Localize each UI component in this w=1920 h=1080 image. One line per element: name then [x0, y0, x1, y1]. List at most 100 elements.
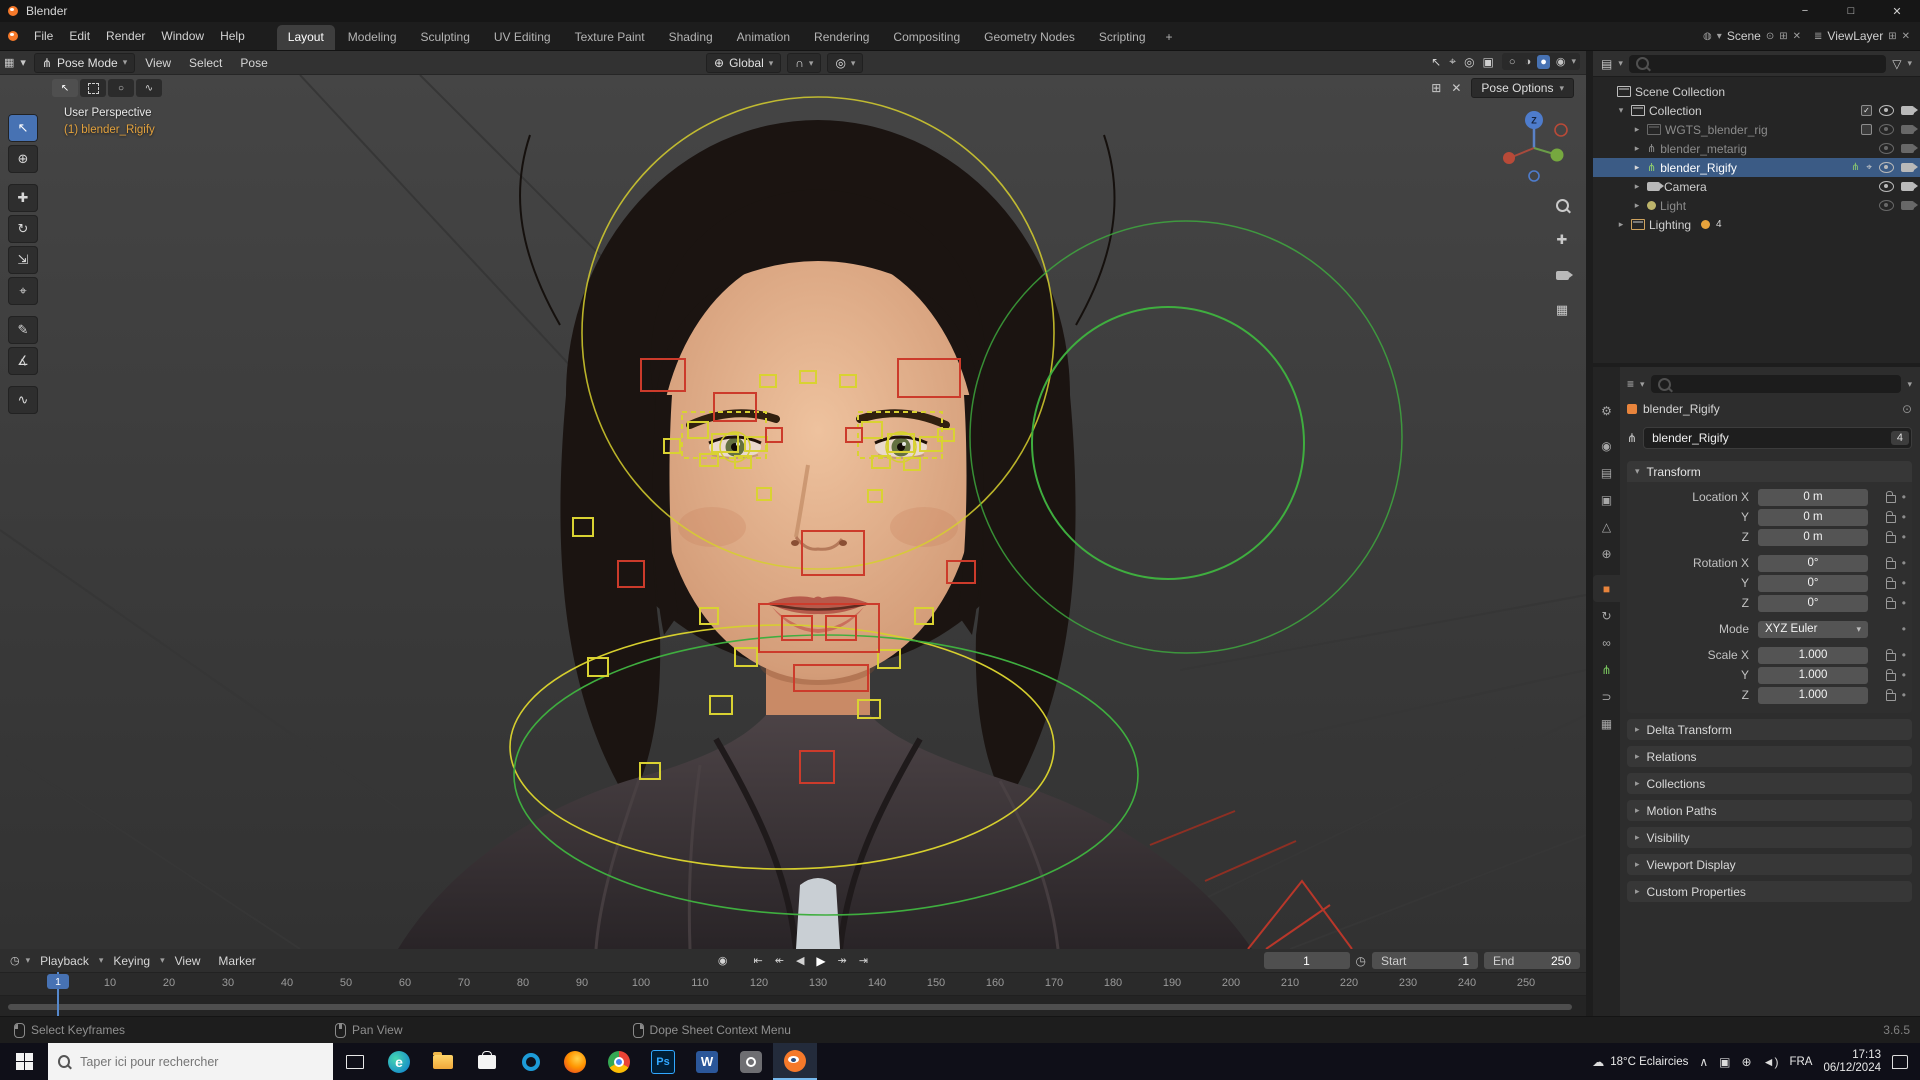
disable-render-icon[interactable] — [1901, 125, 1918, 134]
zoom-icon[interactable] — [1552, 195, 1572, 215]
tab-data-icon[interactable]: ⋔ — [1593, 656, 1620, 683]
play-reverse-button[interactable]: ◀ — [792, 953, 808, 968]
transform-tool-button[interactable]: ⌖ — [8, 277, 38, 305]
start-button[interactable] — [0, 1043, 48, 1080]
tab-tool-icon[interactable]: ⚙ — [1593, 397, 1620, 424]
chevron-down-icon[interactable]: ▾ — [1907, 379, 1912, 390]
outliner-row-scene-collection[interactable]: Scene Collection — [1593, 82, 1920, 101]
lock-icon[interactable] — [1885, 511, 1896, 523]
pose-options-dropdown[interactable]: Pose Options ▾ — [1471, 78, 1574, 98]
lock-icon[interactable] — [1885, 491, 1896, 503]
workspace-tab-geometry-nodes[interactable]: Geometry Nodes — [973, 25, 1086, 50]
hide-viewport-icon[interactable] — [1879, 181, 1894, 192]
prev-keyframe-button[interactable]: ↞ — [771, 953, 788, 968]
start-frame-field[interactable]: Start 1 — [1372, 952, 1478, 969]
taskbar-app-chrome[interactable] — [597, 1043, 641, 1080]
xray-toggle-icon[interactable]: ▣ — [1483, 55, 1494, 69]
hide-viewport-icon[interactable] — [1879, 162, 1894, 173]
properties-editor-icon[interactable]: ≡ — [1627, 377, 1634, 391]
animate-dot-icon[interactable]: • — [1902, 622, 1906, 636]
taskbar-app-blender[interactable] — [773, 1043, 817, 1080]
editor-type-icon[interactable]: ▦ — [0, 56, 18, 69]
taskbar-app-capture-tool[interactable] — [729, 1043, 773, 1080]
current-frame-field[interactable]: 1 — [1263, 952, 1350, 969]
filter-icon[interactable]: ▽ — [1892, 57, 1901, 71]
proportional-editing-toggle[interactable]: ◎ ▾ — [827, 53, 864, 73]
lock-icon[interactable] — [1885, 669, 1896, 681]
tweak-select-icon[interactable]: ↖ — [52, 79, 78, 97]
workspace-tab-layout[interactable]: Layout — [276, 25, 335, 50]
add-workspace-button[interactable]: + — [1159, 25, 1180, 50]
shading-wireframe-icon[interactable]: ○ — [1506, 55, 1519, 69]
orientation-dropdown[interactable]: ⊕ Global ▾ — [706, 53, 782, 73]
current-frame-marker[interactable]: 1 — [47, 974, 69, 989]
search-input[interactable] — [78, 1053, 323, 1070]
taskbar-app-word[interactable]: W — [685, 1043, 729, 1080]
pose-breakdowner-tool-button[interactable]: ∿ — [8, 386, 38, 414]
lock-icon[interactable] — [1885, 597, 1896, 609]
menu-edit[interactable]: Edit — [61, 25, 98, 47]
chevron-down-icon[interactable]: ▾ — [26, 955, 31, 966]
rotation-z-field[interactable]: 0° — [1758, 594, 1868, 612]
circle-select-icon[interactable]: ○ — [108, 79, 134, 97]
location-y-field[interactable]: 0 m — [1758, 508, 1868, 526]
collection-checkbox[interactable]: ✓ — [1861, 105, 1872, 116]
taskbar-app-photoshop[interactable]: Ps — [641, 1043, 685, 1080]
expand-icon[interactable]: ▾ — [1615, 105, 1627, 116]
taskbar-app-outlook[interactable] — [509, 1043, 553, 1080]
workspace-tab-uv-editing[interactable]: UV Editing — [483, 25, 562, 50]
expand-icon[interactable]: ▸ — [1631, 162, 1643, 173]
new-viewlayer-icon[interactable]: ⊞ — [1888, 31, 1896, 42]
timeline-tracks[interactable] — [0, 996, 1586, 1017]
workspace-tab-compositing[interactable]: Compositing — [882, 25, 971, 50]
section-motion-paths[interactable]: ▸ Motion Paths — [1627, 800, 1912, 821]
pin-id-icon[interactable]: ⊙ — [1902, 402, 1912, 416]
network-icon[interactable]: ⊕ — [1742, 1055, 1752, 1069]
section-relations[interactable]: ▸ Relations — [1627, 746, 1912, 767]
rotate-tool-button[interactable]: ↻ — [8, 215, 38, 243]
lasso-select-icon[interactable]: ∿ — [136, 79, 162, 97]
tab-scene-icon[interactable]: △ — [1593, 513, 1620, 540]
users-count-badge[interactable]: 4 — [1890, 431, 1909, 445]
unlink-scene-icon[interactable]: ✕ — [1793, 31, 1801, 42]
pin-scene-icon[interactable]: ⊙ — [1766, 31, 1774, 42]
tab-object-icon[interactable]: ■ — [1593, 575, 1620, 602]
shading-material-icon[interactable]: ● — [1537, 54, 1550, 69]
outliner-row-light[interactable]: ▸ Light — [1593, 196, 1920, 215]
rotation-mode-dropdown[interactable]: XYZ Euler ▾ — [1758, 620, 1868, 638]
timeline-menu-playback[interactable]: Playback — [32, 951, 97, 971]
show-gizmo-icon[interactable]: ⌖ — [1449, 54, 1456, 69]
camera-view-icon[interactable] — [1552, 265, 1573, 285]
notification-center-icon[interactable] — [1892, 1054, 1908, 1069]
taskbar-clock[interactable]: 17:13 06/12/2024 — [1823, 1049, 1881, 1075]
lock-icon[interactable] — [1885, 689, 1896, 701]
tab-physics-icon[interactable]: ↻ — [1593, 602, 1620, 629]
workspace-tab-scripting[interactable]: Scripting — [1088, 25, 1157, 50]
menu-file[interactable]: File — [26, 25, 61, 47]
editor-type-dropdown-icon[interactable]: ▾ — [20, 56, 26, 69]
animate-dot-icon[interactable]: • — [1902, 530, 1906, 544]
cursor-tool-button[interactable]: ⊕ — [8, 145, 38, 173]
section-viewport-display[interactable]: ▸ Viewport Display — [1627, 854, 1912, 875]
gizmo-z-axis-label[interactable]: Z — [1531, 116, 1537, 126]
disable-render-icon[interactable] — [1901, 106, 1918, 115]
timeline-scrollbar[interactable] — [8, 1004, 1572, 1010]
move-tool-button[interactable]: ✚ — [8, 184, 38, 212]
outliner-row-collection[interactable]: ▾ Collection ✓ — [1593, 101, 1920, 120]
remove-viewlayer-icon[interactable]: ✕ — [1902, 31, 1910, 42]
chevron-down-icon[interactable]: ▾ — [1907, 58, 1912, 69]
expand-icon[interactable]: ▸ — [1615, 219, 1627, 230]
stopwatch-icon[interactable]: ◷ — [1356, 954, 1366, 968]
timeline-menu-view[interactable]: View — [167, 951, 209, 971]
close-area-icon[interactable]: ✕ — [1451, 81, 1461, 95]
menu-render[interactable]: Render — [98, 25, 153, 47]
taskbar-app-firefox[interactable] — [553, 1043, 597, 1080]
lock-icon[interactable] — [1885, 577, 1896, 589]
select-tool-button[interactable]: ↖ — [8, 114, 38, 142]
expand-icon[interactable]: ▸ — [1631, 200, 1643, 211]
timeline-menu-keying[interactable]: Keying — [105, 951, 158, 971]
close-button[interactable]: ✕ — [1874, 0, 1920, 22]
animate-dot-icon[interactable]: • — [1902, 648, 1906, 662]
jump-to-end-button[interactable]: ⇥ — [855, 953, 872, 968]
animate-dot-icon[interactable]: • — [1902, 490, 1906, 504]
